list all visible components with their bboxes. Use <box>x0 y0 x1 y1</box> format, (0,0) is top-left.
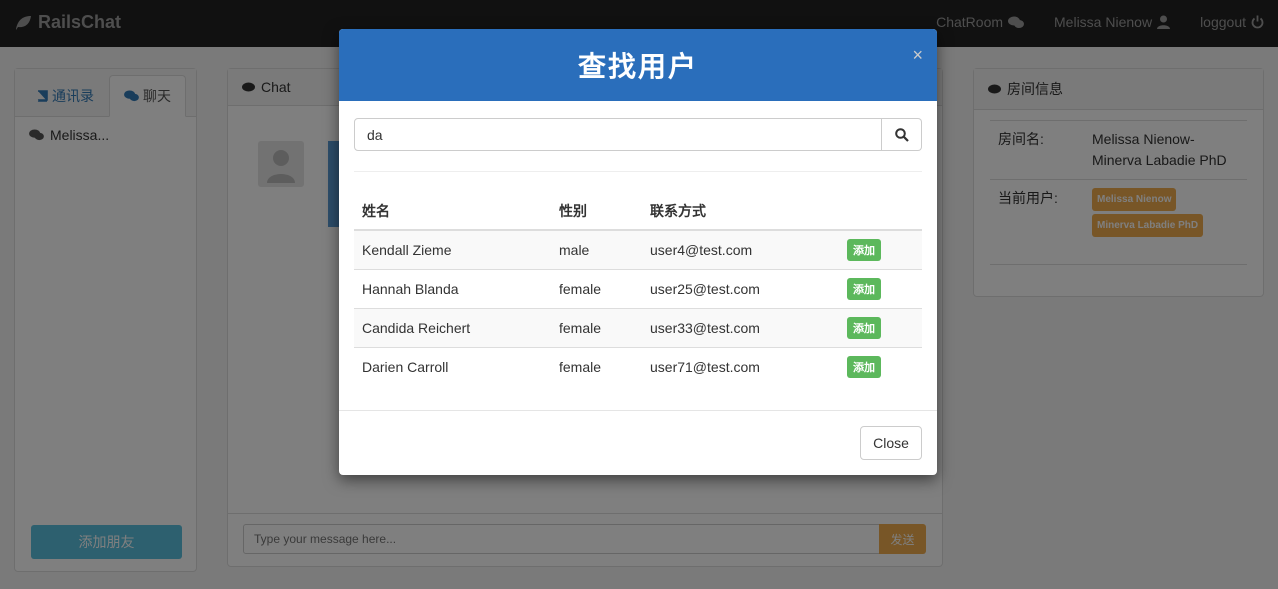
search-input[interactable] <box>354 118 882 151</box>
column-header-action <box>839 193 922 231</box>
close-icon[interactable]: × <box>912 45 923 66</box>
user-gender: female <box>551 347 642 387</box>
users-table: 姓名 性别 联系方式 Kendall Zieme male user4@test… <box>354 193 922 387</box>
user-gender: male <box>551 229 642 270</box>
add-user-button[interactable]: 添加 <box>847 317 881 339</box>
search-group <box>354 118 922 151</box>
column-header-name: 姓名 <box>354 193 551 231</box>
user-name: Kendall Zieme <box>354 229 551 270</box>
table-row: Darien Carroll female user71@test.com 添加 <box>354 347 922 387</box>
user-contact: user71@test.com <box>642 347 839 387</box>
column-header-gender: 性别 <box>551 193 642 231</box>
modal-title: 查找用户 <box>577 51 698 82</box>
user-contact: user33@test.com <box>642 308 839 348</box>
divider <box>339 410 937 411</box>
add-user-button[interactable]: 添加 <box>847 356 881 379</box>
add-user-button[interactable]: 添加 <box>847 278 881 300</box>
table-row: Candida Reichert female user33@test.com … <box>354 308 922 348</box>
table-header-row: 姓名 性别 联系方式 <box>354 193 922 231</box>
user-gender: female <box>551 308 642 348</box>
user-name: Candida Reichert <box>354 308 551 348</box>
divider <box>354 171 922 172</box>
close-button[interactable]: Close <box>860 426 922 460</box>
user-contact: user25@test.com <box>642 269 839 309</box>
search-icon <box>894 127 909 142</box>
table-row: Kendall Zieme male user4@test.com 添加 <box>354 229 922 270</box>
user-gender: female <box>551 269 642 309</box>
user-name: Hannah Blanda <box>354 269 551 309</box>
modal-header: 查找用户 × <box>339 29 937 101</box>
search-button[interactable] <box>882 118 922 151</box>
find-user-modal: 查找用户 × 姓名 性别 联系方式 Kendall Zieme male use… <box>339 29 937 475</box>
column-header-contact: 联系方式 <box>642 193 839 231</box>
table-row: Hannah Blanda female user25@test.com 添加 <box>354 269 922 309</box>
add-user-button[interactable]: 添加 <box>847 239 881 261</box>
user-name: Darien Carroll <box>354 347 551 387</box>
user-contact: user4@test.com <box>642 229 839 270</box>
